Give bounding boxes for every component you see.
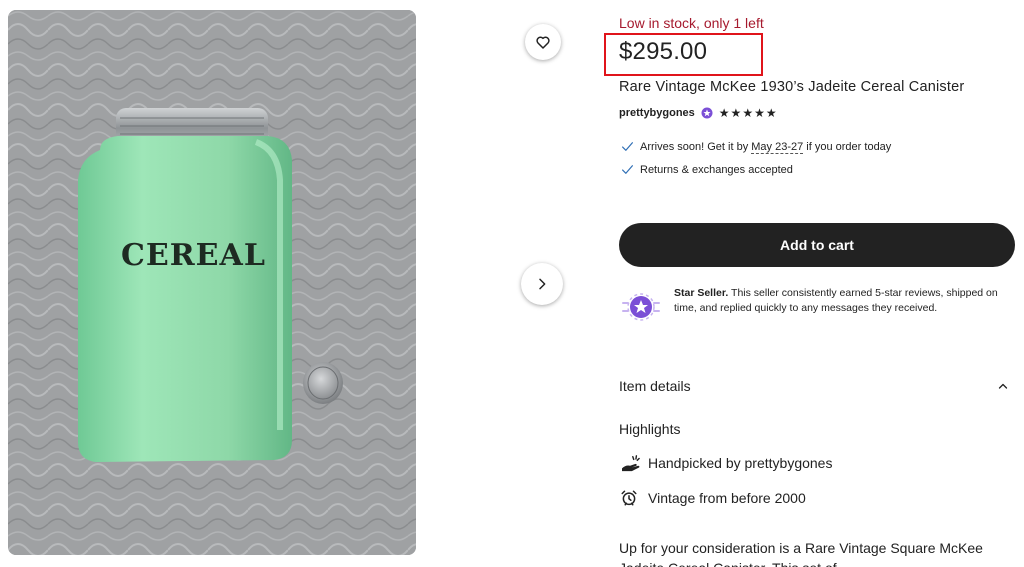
product-image[interactable]: CEREAL <box>8 10 416 555</box>
handpicked-prefix: Handpicked by <box>648 455 745 471</box>
arrival-suffix: if you order today <box>803 140 892 153</box>
star-seller-title: Star Seller. <box>674 287 729 299</box>
returns-perk: Returns & exchanges accepted <box>621 163 793 176</box>
highlights-heading: Highlights <box>619 421 681 437</box>
heart-icon <box>536 36 550 49</box>
seller-row: prettybygones ★★★★★ <box>619 106 778 120</box>
star-seller-description: Star Seller. This seller consistently ea… <box>674 286 1019 315</box>
vintage-highlight: Vintage from before 2000 <box>620 489 806 507</box>
returns-text: Returns & exchanges accepted <box>640 163 793 176</box>
item-details-label: Item details <box>619 378 691 394</box>
next-image-button[interactable] <box>521 263 563 305</box>
star-rating[interactable]: ★★★★★ <box>719 106 778 120</box>
jar-label: CEREAL <box>121 238 266 273</box>
hand-icon <box>622 455 640 472</box>
item-description: Up for your consideration is a Rare Vint… <box>619 540 983 567</box>
add-to-cart-button[interactable]: Add to cart <box>619 223 1015 267</box>
product-title: Rare Vintage McKee 1930’s Jadeite Cereal… <box>619 79 965 95</box>
chevron-up-icon <box>998 383 1008 389</box>
alarm-clock-icon <box>621 490 637 506</box>
star-seller-badge-icon <box>622 293 660 321</box>
price: $295.00 <box>619 38 708 65</box>
check-icon <box>622 165 633 174</box>
seller-name-link[interactable]: prettybygones <box>619 107 695 119</box>
item-details-toggle[interactable]: Item details <box>619 378 1015 394</box>
handpicked-seller-link[interactable]: prettybygones <box>745 455 833 471</box>
vintage-text: Vintage from before 2000 <box>648 490 806 506</box>
low-stock-message: Low in stock, only 1 left <box>619 15 764 31</box>
star-seller-mini-badge-icon <box>701 107 713 119</box>
handpicked-highlight: Handpicked by prettybygones <box>620 454 832 472</box>
favorite-button[interactable] <box>525 24 561 60</box>
check-icon <box>622 142 633 151</box>
arrival-prefix: Arrives soon! Get it by <box>640 140 752 153</box>
chevron-right-icon <box>539 278 546 290</box>
arrival-perk: Arrives soon! Get it by May 23-27 if you… <box>621 140 892 154</box>
arrival-dates[interactable]: May 23-27 <box>751 140 804 154</box>
